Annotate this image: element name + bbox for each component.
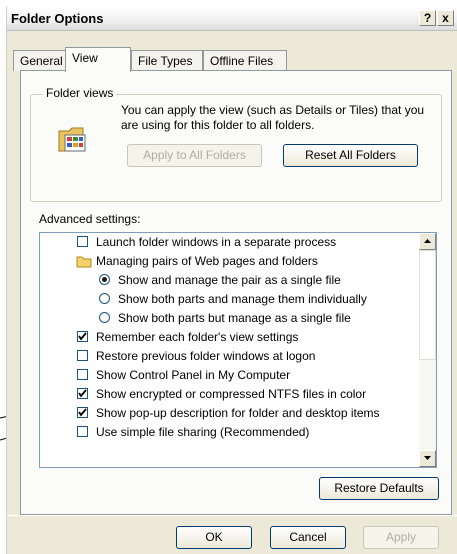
radio-single-file[interactable]: [99, 274, 110, 285]
arrow-up-icon: [424, 239, 431, 243]
checkbox-popup-description[interactable]: [77, 407, 88, 418]
reset-all-folders-button[interactable]: Reset All Folders: [283, 144, 418, 167]
scroll-up-button[interactable]: [419, 233, 436, 250]
scroll-thumb[interactable]: [419, 250, 436, 360]
folder-views-legend: Folder views: [43, 86, 117, 100]
scroll-down-button[interactable]: [419, 450, 436, 467]
list-item-label: Restore previous folder windows at logon: [96, 349, 316, 363]
checkbox-simple-sharing[interactable]: [77, 426, 88, 437]
list-item-label: Launch folder windows in a separate proc…: [96, 235, 337, 249]
tab-file-types[interactable]: File Types: [131, 50, 203, 71]
list-item-label: Show both parts but manage as a single f…: [118, 311, 351, 325]
apply-button[interactable]: Apply: [363, 526, 439, 549]
apply-to-all-folders-button[interactable]: Apply to All Folders: [127, 144, 262, 167]
tab-offline-files[interactable]: Offline Files: [203, 50, 287, 71]
cancel-button[interactable]: Cancel: [270, 526, 346, 549]
radio-both-individually[interactable]: [99, 293, 110, 304]
check-icon: [78, 408, 87, 417]
checkbox-control-panel[interactable]: [77, 369, 88, 380]
list-item-label: Show encrypted or compressed NTFS files …: [96, 387, 367, 401]
checkbox-launch-separate[interactable]: [77, 236, 88, 247]
list-item-label: Use simple file sharing (Recommended): [96, 425, 310, 439]
tab-view[interactable]: View: [65, 47, 131, 72]
footer-divider: [7, 515, 457, 516]
checkbox-remember-view[interactable]: [77, 331, 88, 342]
list-item-label: Show pop-up description for folder and d…: [96, 406, 380, 420]
list-item-label: Show and manage the pair as a single fil…: [118, 273, 341, 287]
ok-button[interactable]: OK: [176, 526, 252, 549]
advanced-settings-label: Advanced settings:: [39, 212, 141, 226]
title-bar: Folder Options ? x: [7, 7, 457, 31]
folder-icon: [76, 256, 92, 268]
restore-defaults-button[interactable]: Restore Defaults: [319, 477, 439, 500]
radio-both-single[interactable]: [99, 312, 110, 323]
folder-options-dialog: Folder Options ? x General View File Typ…: [6, 6, 457, 554]
list-item-label: Show Control Panel in My Computer: [96, 368, 291, 382]
vertical-scrollbar[interactable]: [419, 233, 436, 467]
folder-views-description: You can apply the view (such as Details …: [121, 103, 425, 132]
close-button[interactable]: x: [437, 10, 454, 26]
check-icon: [78, 332, 87, 341]
help-button[interactable]: ?: [419, 10, 436, 26]
advanced-settings-list: Launch folder windows in a separate proc…: [39, 232, 437, 468]
checkbox-ntfs-color[interactable]: [77, 388, 88, 399]
tab-general[interactable]: General: [13, 50, 67, 71]
list-item-label: Show both parts and manage them individu…: [118, 292, 367, 306]
list-item-label: Remember each folder's view settings: [96, 330, 299, 344]
folder-view-icon: [58, 127, 86, 152]
arrow-down-icon: [424, 456, 431, 460]
checkbox-restore-windows[interactable]: [77, 350, 88, 361]
check-icon: [78, 389, 87, 398]
window-title: Folder Options: [11, 11, 104, 26]
view-tab-panel: Folder views You can apply the view (suc…: [20, 70, 452, 515]
list-item-label: Managing pairs of Web pages and folders: [96, 254, 318, 268]
